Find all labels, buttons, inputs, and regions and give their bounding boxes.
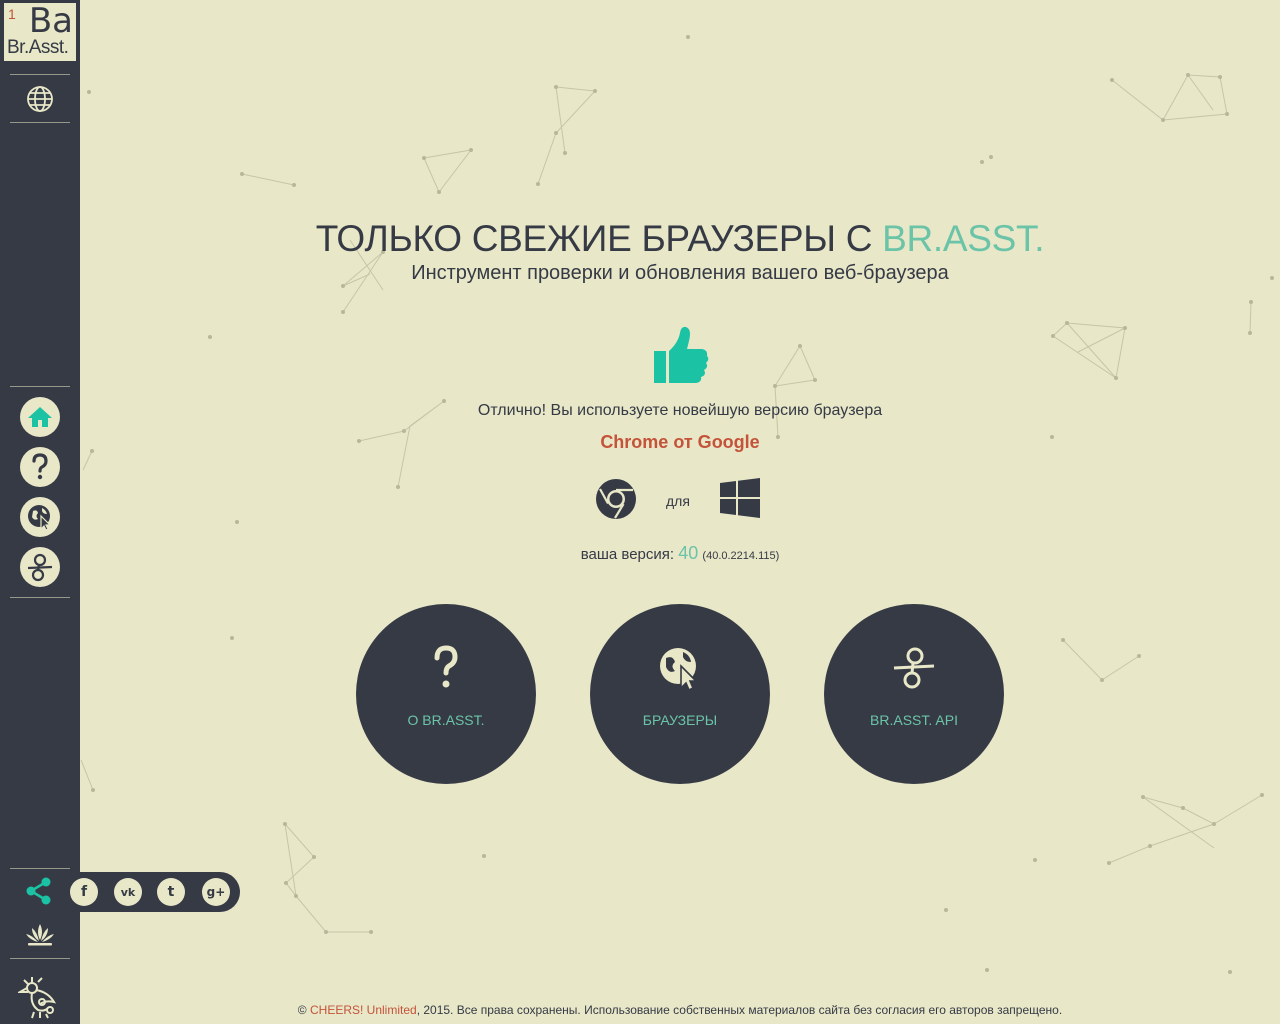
vk-icon: vk: [120, 885, 136, 899]
page-title-text: ТОЛЬКО СВЕЖИЕ БРАУЗЕРЫ С: [315, 218, 883, 259]
for-label: для: [666, 493, 690, 509]
footer-copyright-sign: ©: [297, 1003, 310, 1017]
page-title: ТОЛЬКО СВЕЖИЕ БРАУЗЕРЫ С BR.ASST.: [80, 218, 1280, 260]
api-button[interactable]: BR.ASST. API: [824, 604, 1004, 784]
facebook-button[interactable]: f: [70, 878, 98, 906]
browser-globe-icon: [660, 648, 698, 692]
home-icon: [28, 407, 52, 427]
sidebar-divider: [10, 597, 70, 598]
logo-name: Br.Asst.: [7, 37, 69, 58]
api-button-label: BR.ASST. API: [870, 712, 958, 728]
sidebar-divider: [10, 74, 70, 75]
sidebar-divider: [10, 958, 70, 959]
thumbs-up-icon: [654, 326, 709, 383]
api-icon: [27, 553, 53, 582]
logo[interactable]: 1 Ba Br.Asst.: [4, 1, 76, 61]
vk-button[interactable]: vk: [114, 878, 142, 906]
lotus-icon: [26, 924, 54, 946]
facebook-icon: f: [80, 884, 88, 900]
sidebar-divider: [10, 386, 70, 387]
twitter-button[interactable]: t: [157, 878, 185, 906]
browsers-button[interactable]: БРАУЗЕРЫ: [590, 604, 770, 784]
nav-browsers-button[interactable]: [20, 497, 60, 537]
nav-about-button[interactable]: [20, 447, 60, 487]
nav-home-button[interactable]: [20, 397, 60, 437]
version-major: 40: [678, 543, 699, 563]
google-plus-button[interactable]: g+: [202, 878, 230, 906]
question-icon: [434, 645, 458, 688]
logo-number: 1: [8, 6, 16, 22]
google-plus-icon: g+: [206, 885, 226, 899]
browser-name-link[interactable]: Chrome от Google: [80, 432, 1280, 453]
logo-symbol: Ba: [28, 1, 73, 41]
sidebar-divider: [10, 868, 70, 869]
page-subtitle: Инструмент проверки и обновления вашего …: [411, 262, 949, 284]
sidebar-divider: [10, 122, 70, 123]
about-button[interactable]: О BR.ASST.: [356, 604, 536, 784]
browser-globe-icon: [28, 505, 52, 531]
footer: © CHEERS! Unlimited, 2015. Все права сох…: [80, 1003, 1280, 1017]
globe-icon[interactable]: [26, 85, 54, 113]
browsers-button-label: БРАУЗЕРЫ: [642, 712, 718, 728]
version-full: (40.0.2214.115): [702, 550, 780, 562]
version-label: ваша версия:: [580, 546, 679, 563]
constellation-background: [80, 35, 1274, 974]
version-info: ваша версия: 40 (40.0.2214.115): [80, 543, 1280, 564]
api-icon: [893, 647, 935, 689]
footer-text: , 2015. Все права сохранены. Использован…: [416, 1003, 1063, 1017]
nav-api-button[interactable]: [20, 547, 60, 587]
footer-brand-link[interactable]: CHEERS! Unlimited: [310, 1003, 417, 1017]
windows-icon: [720, 478, 760, 518]
chrome-icon: [596, 479, 636, 519]
status-message: Отлично! Вы используете новейшую версию …: [477, 402, 883, 419]
sidebar: 1 Ba Br.Asst.: [0, 0, 80, 1024]
share-icon[interactable]: [24, 876, 54, 906]
about-button-label: О BR.ASST.: [407, 712, 485, 728]
question-icon: [32, 453, 48, 480]
page-title-accent: BR.ASST.: [882, 218, 1045, 259]
twitter-icon: t: [167, 884, 175, 900]
bird-emblem-icon: [18, 977, 57, 1019]
